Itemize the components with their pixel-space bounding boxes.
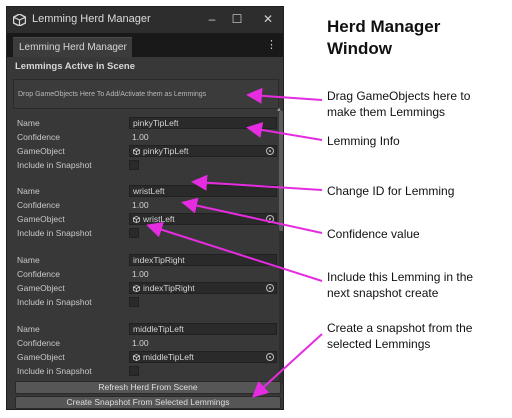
include-line-1: Include this Lemming in the xyxy=(327,270,474,284)
include-checkbox[interactable] xyxy=(129,160,139,170)
gameobject-name: wristLeft xyxy=(143,214,175,224)
confidence-row: Confidence 1.00 xyxy=(15,199,273,211)
include-row: Include in Snapshot xyxy=(15,227,273,239)
herd-manager-window: Lemming Herd Manager – ☐ ✕ Lemming Herd … xyxy=(6,6,284,410)
confidence-value[interactable]: 1.00 xyxy=(132,131,149,143)
confidence-label: Confidence xyxy=(17,132,61,142)
gameobject-label: GameObject xyxy=(17,352,65,362)
confidence-label: Confidence xyxy=(17,338,61,348)
cube-icon xyxy=(133,148,140,155)
gameobject-row: GameObject indexTipRight xyxy=(15,282,277,294)
confidence-label: Confidence xyxy=(17,269,61,279)
object-picker-icon[interactable] xyxy=(266,353,274,361)
window-title: Lemming Herd Manager xyxy=(32,13,151,25)
confidence-value[interactable]: 1.00 xyxy=(132,199,149,211)
name-label: Name xyxy=(17,118,40,128)
drag-line-1: Drag GameObjects here to xyxy=(327,89,471,103)
close-button[interactable]: ✕ xyxy=(258,11,278,27)
drag-line-2: make them Lemmings xyxy=(327,105,446,119)
name-field[interactable]: wristLeft xyxy=(129,185,277,197)
heading-line-1: Herd Manager xyxy=(327,17,441,36)
gameobject-name: pinkyTipLeft xyxy=(143,146,189,156)
include-row: Include in Snapshot xyxy=(15,296,273,308)
refresh-herd-button[interactable]: Refresh Herd From Scene xyxy=(15,381,281,394)
name-row: Name indexTipRight xyxy=(15,254,277,266)
confidence-row: Confidence 1.00 xyxy=(15,337,273,349)
minimize-button[interactable]: – xyxy=(202,11,222,27)
include-row: Include in Snapshot xyxy=(15,159,273,171)
gameobject-label: GameObject xyxy=(17,146,65,156)
annotation-lemming-info: Lemming Info xyxy=(327,134,400,148)
include-row: Include in Snapshot xyxy=(15,365,273,377)
annotation-heading: Herd Manager Window xyxy=(327,16,440,60)
snapshot-line-2: selected Lemmings xyxy=(327,337,431,351)
object-picker-icon[interactable] xyxy=(266,215,274,223)
confidence-value[interactable]: 1.00 xyxy=(132,337,149,349)
heading-line-2: Window xyxy=(327,39,392,58)
gameobject-label: GameObject xyxy=(17,214,65,224)
name-row: Name wristLeft xyxy=(15,185,277,197)
tab-strip: Lemming Herd Manager ⋮ xyxy=(7,33,283,57)
tab-lemming-herd-manager[interactable]: Lemming Herd Manager xyxy=(13,37,132,57)
create-snapshot-button[interactable]: Create Snapshot From Selected Lemmings xyxy=(15,396,281,409)
cube-icon xyxy=(133,216,140,223)
lemming-list: Name pinkyTipLeft Confidence 1.00 GameOb… xyxy=(15,113,281,383)
lemming-entry: Name pinkyTipLeft Confidence 1.00 GameOb… xyxy=(15,117,277,175)
name-label: Name xyxy=(17,255,40,265)
name-row: Name pinkyTipLeft xyxy=(15,117,277,129)
object-picker-icon[interactable] xyxy=(266,284,274,292)
gameobject-name: indexTipRight xyxy=(143,283,195,293)
maximize-button[interactable]: ☐ xyxy=(227,11,247,27)
unity-logo-icon xyxy=(13,14,26,26)
gameobject-field[interactable]: wristLeft xyxy=(129,213,277,225)
name-field[interactable]: indexTipRight xyxy=(129,254,277,266)
annotation-change-id: Change ID for Lemming xyxy=(327,184,455,198)
gameobject-field[interactable]: indexTipRight xyxy=(129,282,277,294)
confidence-row: Confidence 1.00 xyxy=(15,131,273,143)
gameobject-label: GameObject xyxy=(17,283,65,293)
lemming-entry: Name wristLeft Confidence 1.00 GameObjec… xyxy=(15,185,277,243)
gameobject-row: GameObject pinkyTipLeft xyxy=(15,145,277,157)
include-label: Include in Snapshot xyxy=(17,228,92,238)
include-checkbox[interactable] xyxy=(129,366,139,376)
lemming-entry: Name indexTipRight Confidence 1.00 GameO… xyxy=(15,254,277,312)
gameobject-field[interactable]: pinkyTipLeft xyxy=(129,145,277,157)
include-line-2: next snapshot create xyxy=(327,286,439,300)
name-row: Name middleTipLeft xyxy=(15,323,277,335)
kebab-menu-icon[interactable]: ⋮ xyxy=(266,38,277,51)
cube-icon xyxy=(133,285,140,292)
confidence-row: Confidence 1.00 xyxy=(15,268,273,280)
title-bar[interactable]: Lemming Herd Manager – ☐ ✕ xyxy=(7,7,283,33)
gameobject-name: middleTipLeft xyxy=(143,352,194,362)
name-field[interactable]: pinkyTipLeft xyxy=(129,117,277,129)
annotation-drag: Drag GameObjects here to make them Lemmi… xyxy=(327,88,470,120)
include-label: Include in Snapshot xyxy=(17,297,92,307)
confidence-value[interactable]: 1.00 xyxy=(132,268,149,280)
annotation-include: Include this Lemming in the next snapsho… xyxy=(327,269,473,301)
object-picker-icon[interactable] xyxy=(266,147,274,155)
cube-icon xyxy=(133,354,140,361)
include-checkbox[interactable] xyxy=(129,297,139,307)
gameobject-row: GameObject wristLeft xyxy=(15,213,277,225)
name-field[interactable]: middleTipLeft xyxy=(129,323,277,335)
include-label: Include in Snapshot xyxy=(17,160,92,170)
lemming-entry: Name middleTipLeft Confidence 1.00 GameO… xyxy=(15,323,277,381)
annotation-snapshot: Create a snapshot from the selected Lemm… xyxy=(327,320,472,352)
annotation-confidence: Confidence value xyxy=(327,227,420,241)
include-label: Include in Snapshot xyxy=(17,366,92,376)
confidence-label: Confidence xyxy=(17,200,61,210)
section-title: Lemmings Active in Scene xyxy=(15,61,136,72)
drop-zone[interactable]: Drop GameObjects Here To Add/Activate th… xyxy=(13,79,279,109)
name-label: Name xyxy=(17,324,40,334)
gameobject-field[interactable]: middleTipLeft xyxy=(129,351,277,363)
gameobject-row: GameObject middleTipLeft xyxy=(15,351,277,363)
name-label: Name xyxy=(17,186,40,196)
snapshot-line-1: Create a snapshot from the xyxy=(327,321,473,335)
include-checkbox[interactable] xyxy=(129,228,139,238)
